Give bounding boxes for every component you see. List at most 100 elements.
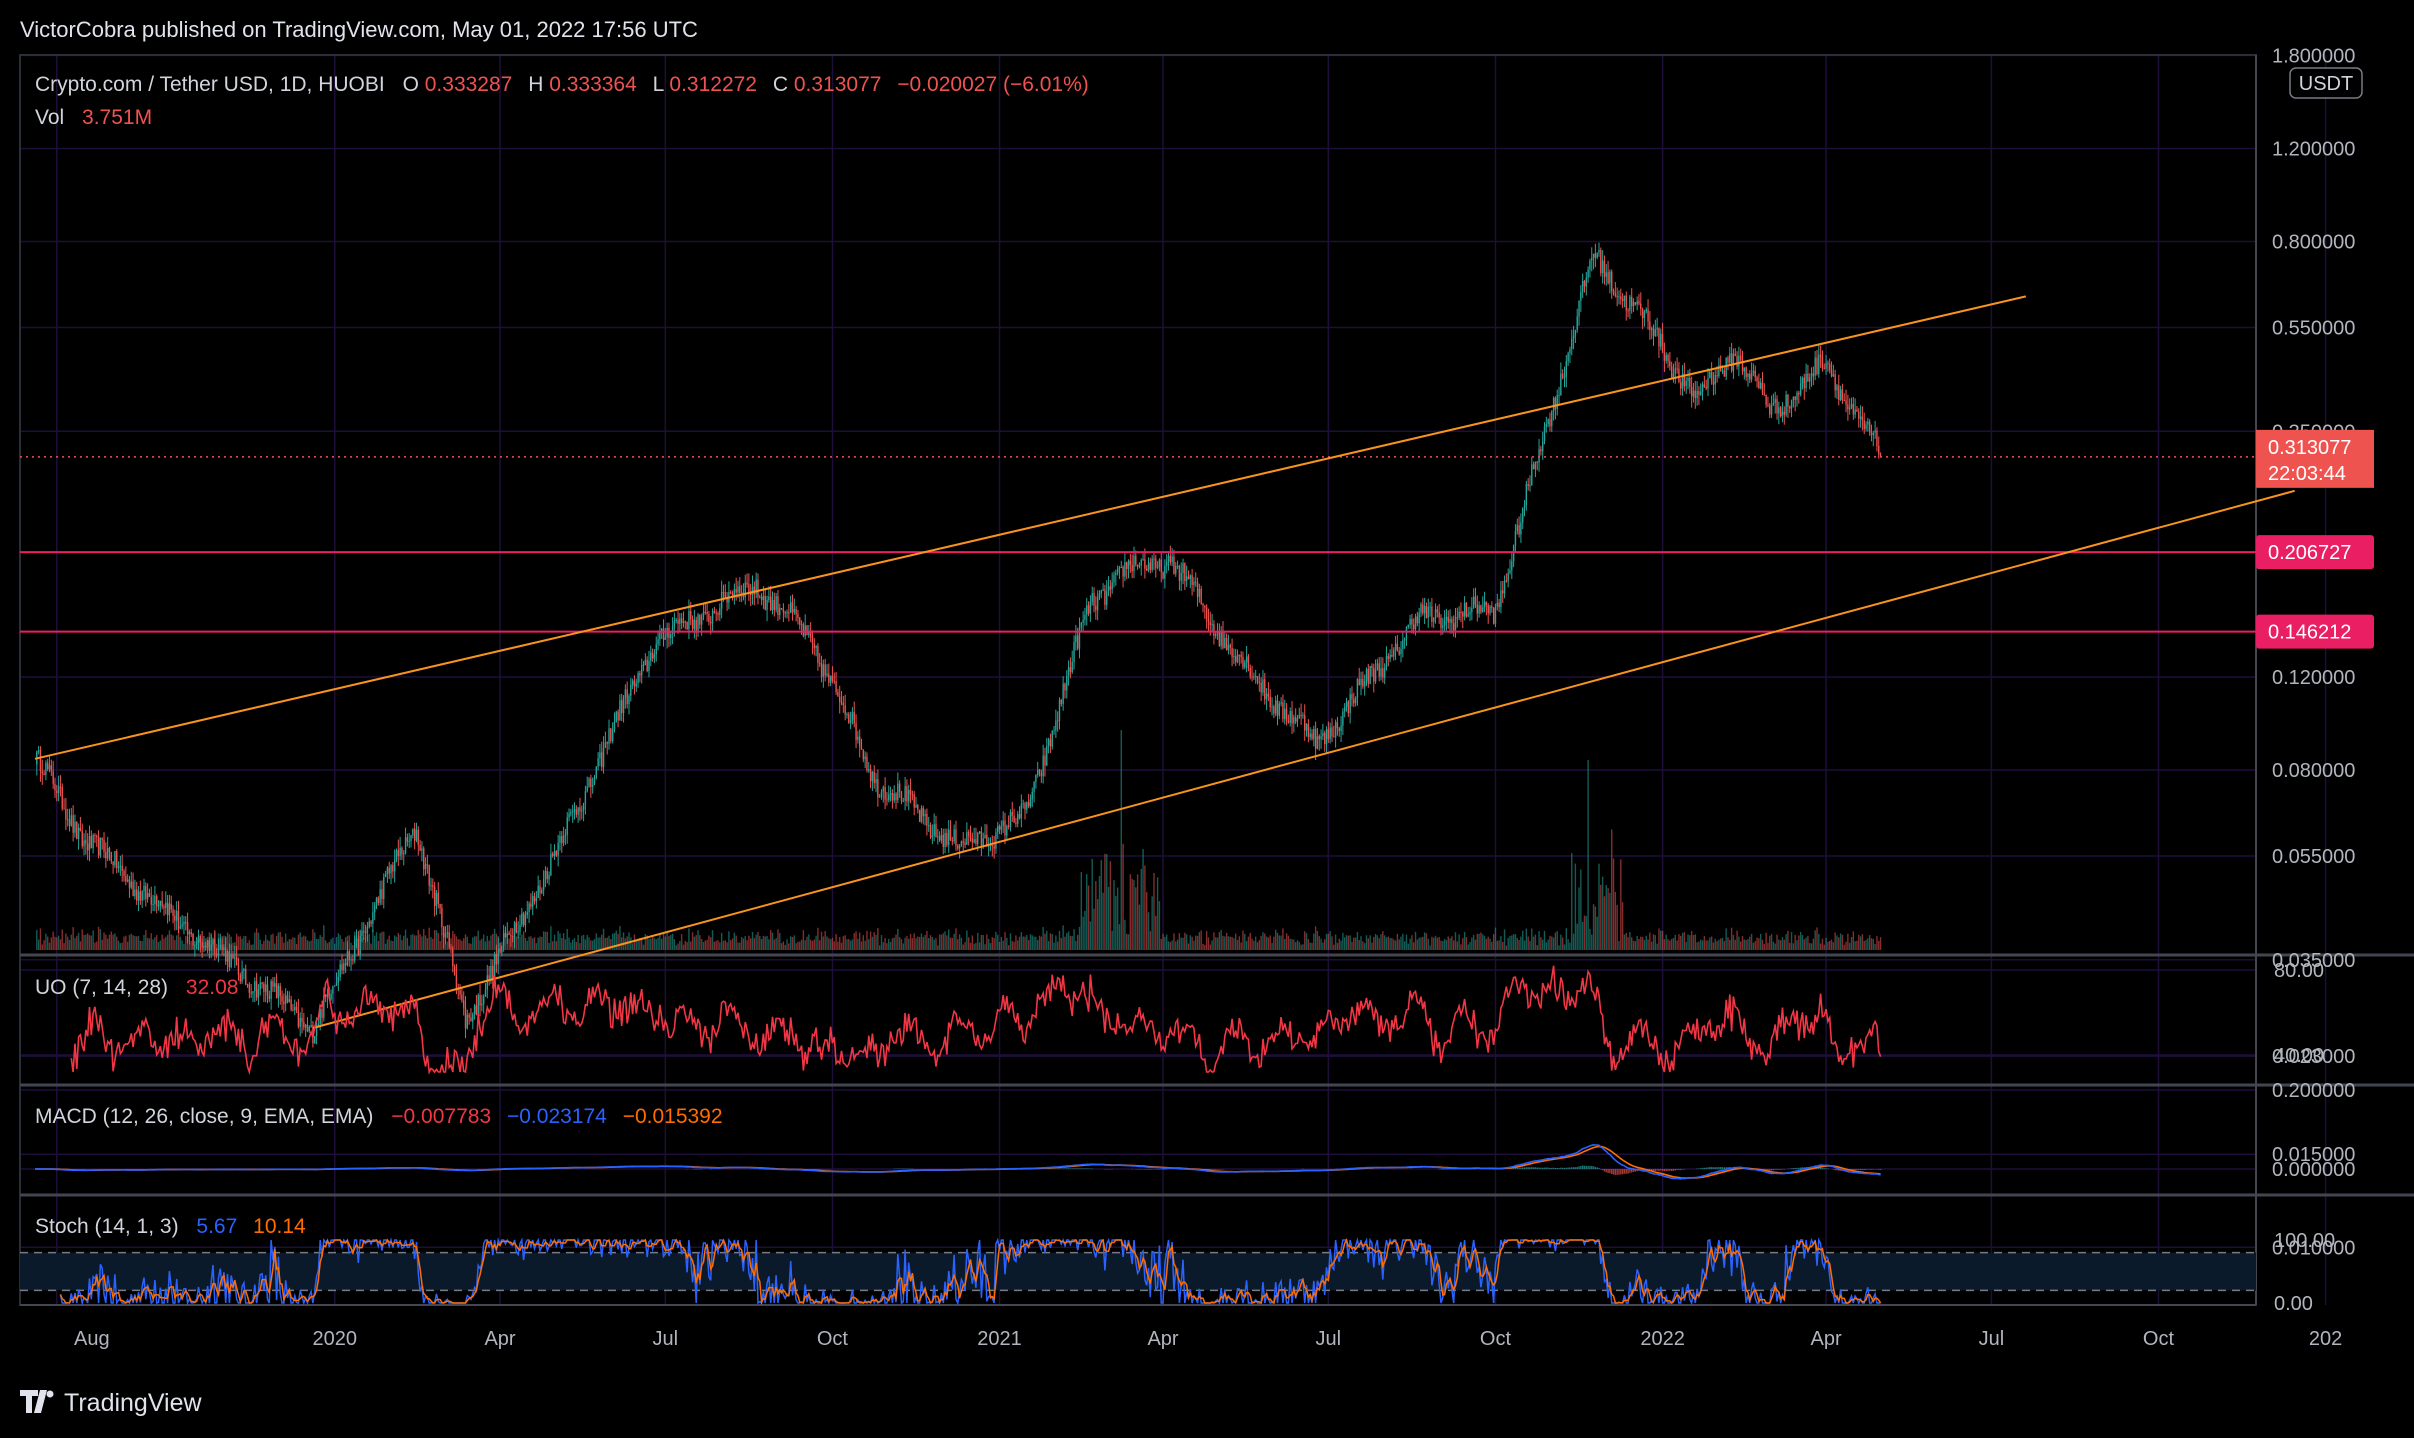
volume-bar [651, 935, 654, 950]
candle-body [1596, 252, 1598, 258]
candle-body [664, 637, 667, 640]
candle-body [904, 786, 906, 801]
volume-bar [241, 938, 243, 950]
candle-body [562, 836, 565, 844]
volume-bar [1549, 935, 1551, 950]
candle-body [842, 702, 845, 706]
volume-bar [1100, 860, 1102, 950]
candle-body [210, 944, 212, 951]
candle-body [48, 765, 51, 770]
candle-body [444, 933, 447, 938]
volume-bar [561, 937, 563, 950]
volume-bar [266, 939, 269, 950]
candle-body [1042, 755, 1044, 777]
volume-bar [1342, 932, 1344, 950]
candle-body [1142, 559, 1144, 561]
candle-body [292, 1009, 294, 1011]
volume-bar [986, 934, 988, 950]
volume-bar [1300, 944, 1302, 950]
candle-body [1674, 368, 1676, 374]
volume-bar [1665, 934, 1667, 950]
candle-body [419, 844, 421, 851]
candle-body [1752, 370, 1755, 374]
candle-body [1554, 397, 1557, 409]
volume-bar [1140, 868, 1142, 950]
candle-body [1838, 385, 1840, 401]
volume-bar [1403, 941, 1406, 950]
volume-bar [791, 937, 794, 950]
volume-bar [170, 934, 172, 950]
volume-bar [468, 943, 470, 950]
candle-body [1440, 617, 1442, 628]
volume-bar [1240, 942, 1242, 950]
candle-body [571, 811, 574, 813]
volume-bar [401, 940, 403, 950]
candle-body [820, 663, 823, 677]
volume-bar [1458, 934, 1460, 950]
chart-canvas[interactable]: VictorCobra published on TradingView.com… [0, 0, 2414, 1438]
candle-body [522, 913, 525, 926]
candle-body [906, 786, 908, 802]
candle-body [1848, 407, 1851, 410]
currency-badge-label: USDT [2299, 73, 2353, 95]
volume-bar [1520, 936, 1522, 950]
volume-bar [1193, 940, 1195, 950]
candle-body [1418, 612, 1420, 624]
candle-body [581, 810, 583, 812]
candle-body [944, 832, 946, 847]
volume-bar [871, 936, 874, 950]
candle-body [913, 794, 915, 808]
volume-bar [1536, 945, 1538, 950]
candle-body [361, 930, 363, 937]
candle-body [1191, 575, 1193, 585]
candle-body [1678, 368, 1680, 383]
macd-histogram-bar [1084, 1168, 1086, 1169]
volume-bar [457, 939, 459, 950]
candle-body [1689, 377, 1691, 387]
macd-histogram-bar [1442, 1169, 1444, 1170]
volume-bar [708, 935, 710, 950]
volume-bar [1367, 938, 1370, 950]
volume-bar [328, 941, 330, 950]
macd-histogram-bar [1863, 1169, 1865, 1171]
volume-bar [1859, 936, 1862, 950]
candle-body [688, 610, 690, 630]
volume-bar [66, 936, 69, 950]
macd-histogram-bar [1769, 1169, 1771, 1171]
candle-body [1580, 291, 1582, 301]
volume-bar [1017, 940, 1019, 950]
candle-body [1478, 605, 1480, 614]
candle-body [1505, 580, 1508, 582]
candle-body [1656, 328, 1658, 330]
volume-bar [1580, 869, 1582, 950]
candle-body [314, 1035, 316, 1044]
candle-body [1055, 720, 1057, 731]
change-value: −0.020027 (−6.01%) [897, 73, 1088, 96]
macd-histogram-bar [1790, 1168, 1793, 1169]
volume-bar [1745, 939, 1747, 950]
volume-bar [633, 934, 636, 950]
macd-histogram-bar [1062, 1168, 1064, 1169]
volume-bar [813, 939, 815, 950]
candle-body [1009, 812, 1012, 827]
candle-body [1525, 483, 1528, 505]
volume-bar [764, 936, 766, 950]
macd-histogram-bar [1700, 1168, 1702, 1169]
macd-histogram-bar [1076, 1168, 1079, 1169]
volume-bar [1532, 936, 1535, 950]
candle-body [1224, 637, 1226, 648]
candle-body [379, 889, 381, 903]
volume-bar [1472, 934, 1475, 950]
candle-body [1812, 373, 1815, 376]
volume-bar [283, 942, 285, 950]
candle-body [1507, 573, 1509, 581]
candle-body [1829, 364, 1831, 370]
candle-body [1122, 566, 1124, 577]
volume-bar [1264, 933, 1266, 950]
volume-bar [392, 941, 394, 950]
candle-body [653, 654, 656, 659]
macd-histogram-bar [1625, 1169, 1627, 1174]
volume-bar [232, 942, 234, 950]
volume-bar [1418, 937, 1420, 950]
candle-body [294, 1006, 296, 1011]
